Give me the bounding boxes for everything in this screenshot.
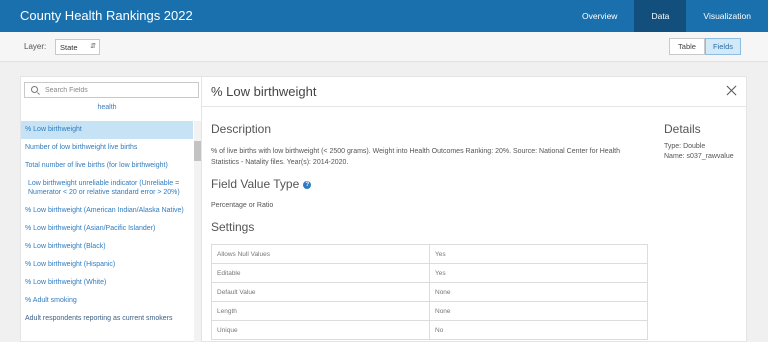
app-header: County Health Rankings 2022 Overview Dat… — [0, 0, 768, 32]
sidebar-scrollbar[interactable] — [194, 121, 201, 342]
nav-tab-visualization[interactable]: Visualization — [686, 0, 768, 32]
search-icon — [31, 86, 38, 93]
details-block: Details Type: Double Name: s037_rawvalue — [664, 122, 734, 162]
table-row: Length None — [211, 301, 648, 321]
setting-key: Unique — [211, 320, 430, 340]
info-icon[interactable]: ? — [303, 181, 312, 189]
search-input[interactable] — [45, 85, 195, 96]
field-group-header: health — [97, 104, 117, 111]
settings-heading: Settings — [211, 220, 255, 234]
details-heading: Details — [664, 122, 701, 136]
layer-select-value: State — [60, 43, 78, 52]
close-icon[interactable] — [726, 85, 737, 96]
app-title: County Health Rankings 2022 — [20, 8, 193, 23]
field-value-type-heading: Field Value Type? — [211, 177, 312, 191]
field-item[interactable]: Low birthweight unreliable indicator (Un… — [21, 175, 193, 202]
field-item[interactable]: % Low birthweight (American Indian/Alask… — [21, 202, 193, 220]
field-item[interactable]: Number of low birthweight live births — [21, 139, 193, 157]
field-item[interactable]: Adult respondents reporting as current s… — [21, 310, 193, 328]
field-item-low-birthweight[interactable]: % Low birthweight — [21, 121, 193, 139]
table-row: Unique No — [211, 320, 648, 340]
setting-key: Length — [211, 301, 430, 321]
top-nav: Overview Data Visualization — [565, 0, 768, 32]
field-list: % Low birthweight Number of low birthwei… — [21, 121, 193, 328]
field-value-type-label: Field Value Type — [211, 177, 300, 191]
field-item[interactable]: % Low birthweight (Black) — [21, 238, 193, 256]
setting-value: Yes — [429, 244, 648, 264]
nav-tab-overview[interactable]: Overview — [565, 0, 634, 32]
field-item[interactable]: % Low birthweight (White) — [21, 274, 193, 292]
description-heading: Description — [211, 122, 272, 136]
setting-value: None — [429, 282, 648, 302]
field-item[interactable]: % Low birthweight (Hispanic) — [21, 256, 193, 274]
field-value-type: Percentage or Ratio — [211, 202, 274, 209]
table-row: Default Value None — [211, 282, 648, 302]
detail-header: % Low birthweight — [202, 77, 747, 107]
field-detail: % Low birthweight Description % of live … — [202, 77, 747, 342]
details-type: Type: Double — [664, 143, 706, 150]
field-sidebar: health % Low birthweight Number of low b… — [21, 77, 202, 342]
setting-key: Editable — [211, 263, 430, 283]
scrollbar-thumb[interactable] — [194, 141, 201, 161]
layer-toolbar: Layer: State ⇵ — [0, 32, 768, 62]
description-text: % of live births with low birthweight (<… — [211, 148, 620, 166]
fields-view-button[interactable]: Fields — [705, 38, 741, 55]
view-toggle: Table Fields — [669, 38, 741, 55]
table-row: Allows Null Values Yes — [211, 244, 648, 264]
search-field-box[interactable] — [24, 82, 199, 98]
fields-panel: health % Low birthweight Number of low b… — [20, 76, 747, 342]
nav-tab-data[interactable]: Data — [634, 0, 687, 32]
details-name: Name: s037_rawvalue — [664, 153, 734, 160]
field-item[interactable]: Total number of live births (for low bir… — [21, 157, 193, 175]
chevron-down-icon: ⇵ — [90, 43, 96, 50]
settings-table: Allows Null Values Yes Editable Yes Defa… — [211, 244, 648, 340]
setting-value: None — [429, 301, 648, 321]
field-title: % Low birthweight — [211, 84, 317, 99]
table-view-button[interactable]: Table — [669, 38, 705, 55]
field-item[interactable]: % Low birthweight (Asian/Pacific Islande… — [21, 220, 193, 238]
table-row: Editable Yes — [211, 263, 648, 283]
setting-key: Allows Null Values — [211, 244, 430, 264]
setting-key: Default Value — [211, 282, 430, 302]
setting-value: Yes — [429, 263, 648, 283]
setting-value: No — [429, 320, 648, 340]
field-item[interactable]: % Adult smoking — [21, 292, 193, 310]
layer-label: Layer: — [24, 42, 47, 51]
layer-select[interactable]: State ⇵ — [55, 39, 100, 55]
